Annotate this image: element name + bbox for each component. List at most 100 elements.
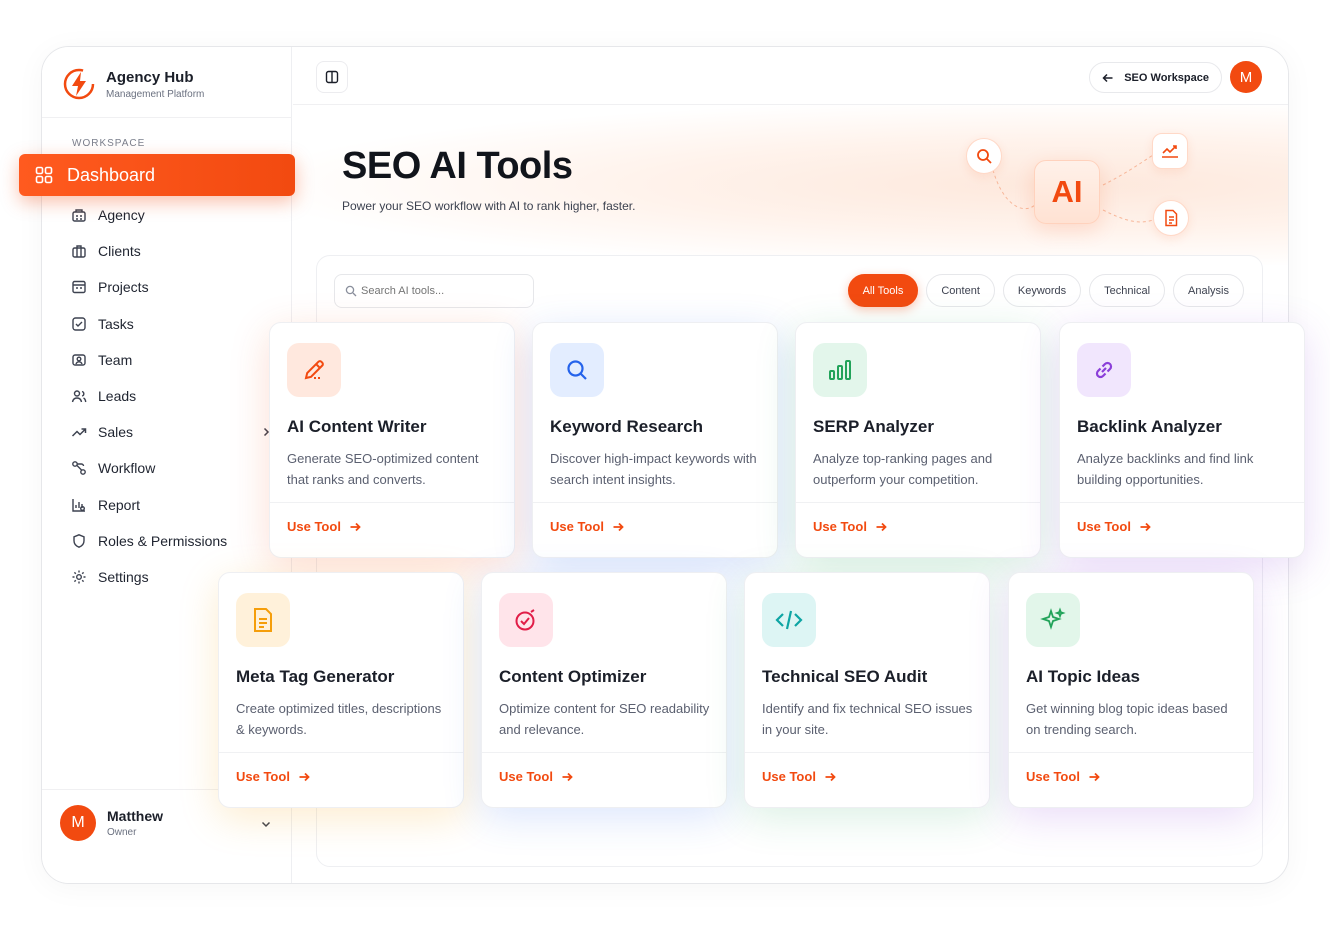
arrow-left-icon [1102,72,1114,84]
filter-all-tools[interactable]: All Tools [847,274,919,307]
use-tool-label: Use Tool [762,769,816,784]
use-tool-link[interactable]: Use Tool [550,519,624,534]
sidebar-item-label: Dashboard [67,164,156,185]
search-icon [966,138,1002,174]
gear-icon [70,568,88,586]
brand[interactable]: Agency Hub Management Platform [62,67,204,101]
tool-card-ai-topic-ideas[interactable]: AI Topic Ideas Get winning blog topic id… [1008,572,1254,808]
tool-description: Optimize content for SEO readability and… [499,701,710,737]
sidebar-item-projects[interactable]: Projects [70,269,280,305]
arrow-right-icon [561,771,573,783]
tool-title: SERP Analyzer [813,417,934,436]
tool-card-backlink-analyzer[interactable]: Backlink Analyzer Analyze backlinks and … [1059,322,1305,558]
tool-card-content-optimizer[interactable]: Content Optimizer Optimize content for S… [481,572,727,808]
document-icon [1153,200,1189,236]
divider [482,752,726,753]
use-tool-link[interactable]: Use Tool [236,769,310,784]
search-icon [550,343,604,397]
arrow-right-icon [1139,521,1151,533]
target-check-icon [499,593,553,647]
sidebar-item-clients[interactable]: Clients [70,233,280,269]
tool-title: Content Optimizer [499,667,647,686]
pencil-icon [287,343,341,397]
workspace-switch-button[interactable]: SEO Workspace [1089,62,1222,93]
search-box[interactable] [334,274,534,308]
filter-analysis[interactable]: Analysis [1173,274,1244,307]
tool-title: AI Topic Ideas [1026,667,1140,686]
document-icon [236,593,290,647]
sidebar-item-label: Team [98,351,133,368]
search-input[interactable] [361,285,521,297]
tool-card-keyword-research[interactable]: Keyword Research Discover high-impact ke… [532,322,778,558]
arrow-right-icon [1088,771,1100,783]
arrow-right-icon [349,521,361,533]
avatar: M [60,805,96,841]
use-tool-link[interactable]: Use Tool [287,519,361,534]
hero-banner: SEO AI Tools Power your SEO workflow wit… [293,105,1288,265]
tool-card-meta-tag-generator[interactable]: Meta Tag Generator Create optimized titl… [218,572,464,808]
tool-description: Generate SEO-optimized content that rank… [287,451,479,487]
divider [796,502,1040,503]
tool-description: Discover high-impact keywords with searc… [550,451,757,487]
arrow-right-icon [824,771,836,783]
tool-description: Analyze backlinks and find link building… [1077,451,1254,487]
use-tool-link[interactable]: Use Tool [762,769,836,784]
divider [270,502,514,503]
sidebar-toggle-button[interactable] [316,61,348,93]
building-icon [70,206,88,224]
shield-icon [70,532,88,550]
filter-keywords[interactable]: Keywords [1002,274,1082,307]
arrow-right-icon [298,771,310,783]
filter-technical[interactable]: Technical [1089,274,1166,307]
briefcase-icon [70,242,88,260]
brand-subtitle: Management Platform [106,88,205,100]
sidebar-item-report[interactable]: Report [70,487,280,523]
trend-chart-icon [1152,133,1188,169]
sidebar-item-label: Clients [98,243,141,260]
checkbox-icon [70,315,88,333]
user-profile[interactable]: M Matthew Owner [60,805,272,841]
workflow-icon [70,459,88,477]
trending-icon [70,423,88,441]
user-role: Owner [107,827,137,838]
panel-toggle-icon [325,70,339,84]
tool-title: Keyword Research [550,417,704,436]
sidebar-item-dashboard[interactable]: Dashboard [19,154,295,196]
sidebar-item-agency[interactable]: Agency [70,197,280,233]
use-tool-link[interactable]: Use Tool [1077,519,1151,534]
sidebar-item-label: Workflow [98,460,156,477]
topbar: SEO Workspace M [293,47,1288,105]
divider [219,752,463,753]
arrow-right-icon [612,521,624,533]
chevron-down-icon[interactable] [260,817,272,835]
filter-content[interactable]: Content [926,274,995,307]
use-tool-label: Use Tool [499,769,553,784]
sidebar-item-workflow[interactable]: Workflow [70,450,280,486]
tool-card-technical-seo-audit[interactable]: Technical SEO Audit Identify and fix tec… [744,572,990,808]
sidebar-item-roles-permissions[interactable]: Roles & Permissions [70,523,280,559]
sidebar-item-leads[interactable]: Leads [70,378,280,414]
brand-name: Agency Hub [106,68,194,86]
section-label: WORKSPACE [72,138,146,149]
sidebar-item-tasks[interactable]: Tasks [70,306,280,342]
page-title: SEO AI Tools [342,145,573,187]
tool-card-serp-analyzer[interactable]: SERP Analyzer Analyze top-ranking pages … [795,322,1041,558]
sidebar-item-label: Leads [98,388,137,405]
sidebar-item-sales[interactable]: Sales [70,414,280,450]
sparkle-icon [1026,593,1080,647]
divider [533,502,777,503]
sidebar-item-team[interactable]: Team [70,342,280,378]
users-icon [70,387,88,405]
tool-description: Identify and fix technical SEO issues in… [762,701,973,737]
sidebar-nav: Agency Clients Projects Tasks Team Leads [70,197,280,595]
sidebar-item-label: Agency [98,207,145,224]
avatar[interactable]: M [1230,61,1262,93]
tool-card-ai-content-writer[interactable]: AI Content Writer Generate SEO-optimized… [269,322,515,558]
use-tool-link[interactable]: Use Tool [1026,769,1100,784]
lightning-logo-icon [63,68,95,100]
projects-icon [70,278,88,296]
team-icon [70,351,88,369]
search-icon [345,285,357,297]
use-tool-link[interactable]: Use Tool [813,519,887,534]
use-tool-link[interactable]: Use Tool [499,769,573,784]
